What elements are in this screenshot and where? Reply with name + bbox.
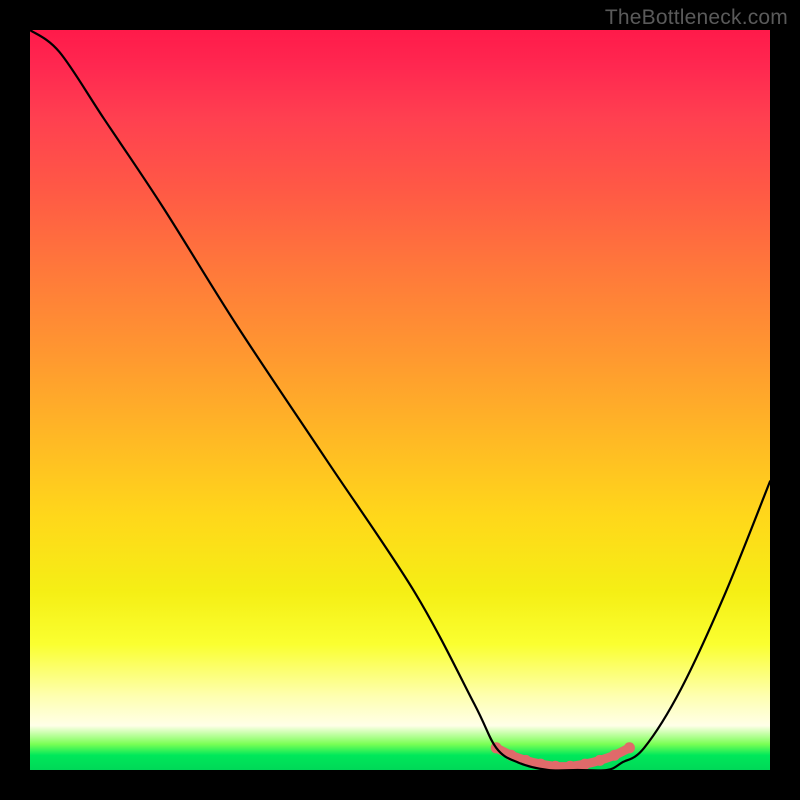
watermark-text: TheBottleneck.com bbox=[605, 6, 788, 30]
plot-area bbox=[30, 30, 770, 770]
marker-dot bbox=[594, 755, 605, 766]
curve-layer bbox=[30, 30, 770, 770]
chart-container: TheBottleneck.com bbox=[0, 0, 800, 800]
bottleneck-curve bbox=[30, 30, 770, 770]
marker-dot bbox=[535, 759, 546, 770]
marker-dot bbox=[491, 742, 502, 753]
marker-dot bbox=[624, 742, 635, 753]
marker-group bbox=[491, 742, 635, 770]
marker-dot bbox=[565, 761, 576, 770]
marker-dot bbox=[506, 750, 517, 761]
marker-dot bbox=[609, 750, 620, 761]
marker-dot bbox=[580, 759, 591, 770]
marker-dot bbox=[550, 761, 561, 770]
marker-line bbox=[496, 748, 629, 767]
marker-dot bbox=[520, 755, 531, 766]
